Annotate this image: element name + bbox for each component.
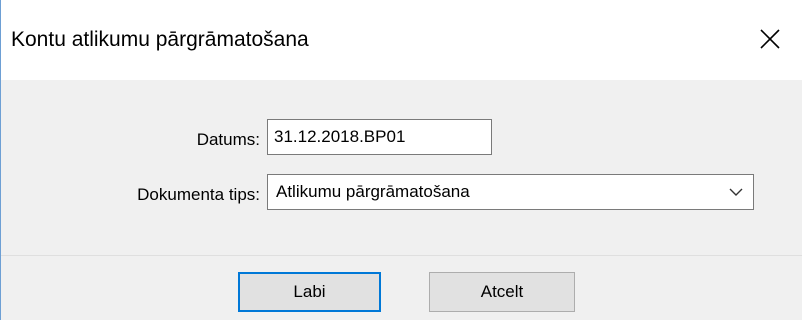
date-label: Datums:: [196, 130, 260, 149]
dialog-window: Kontu atlikumu pārgrāmatošana Datums: 31…: [0, 0, 802, 320]
close-icon: [760, 29, 780, 49]
cancel-button[interactable]: Atcelt: [429, 272, 575, 312]
close-button[interactable]: [739, 0, 802, 80]
document-type-label: Dokumenta tips:: [137, 185, 260, 204]
footer-divider: [1, 255, 802, 256]
dialog-title: Kontu atlikumu pārgrāmatošana: [11, 28, 309, 51]
ok-button[interactable]: Labi: [238, 272, 381, 312]
title-bar: Kontu atlikumu pārgrāmatošana: [1, 0, 802, 80]
document-type-select[interactable]: Atlikumu pārgrāmatošana: [267, 174, 754, 210]
chevron-down-icon[interactable]: [729, 187, 743, 197]
document-type-value: Atlikumu pārgrāmatošana: [276, 182, 470, 201]
date-field[interactable]: 31.12.2018.BP01: [267, 119, 492, 155]
